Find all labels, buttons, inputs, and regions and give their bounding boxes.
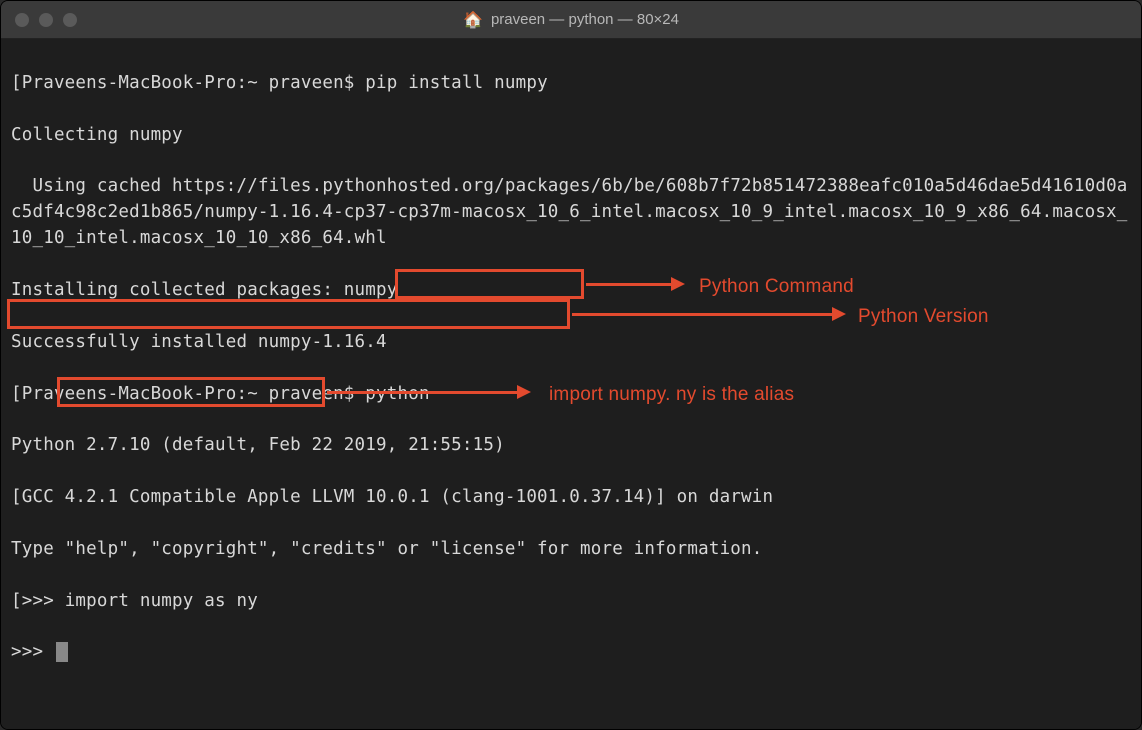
output-text: Installing collected packages: numpy [11,280,398,300]
output-text: Collecting numpy [11,125,183,145]
terminal-line: Successfully installed numpy-1.16.4 [11,330,1131,356]
traffic-lights [15,13,77,27]
home-icon: 🏠 [463,10,483,30]
window-title-text: praveen — python — 80×24 [491,11,679,28]
annotation-label: Python Command [699,273,854,301]
annotation-arrow [572,313,832,316]
output-text: Python 2.7.10 (default, Feb 22 2019, 21:… [11,435,505,455]
terminal-line: [>>> import numpy as ny [11,589,1131,615]
annotation-label: Python Version [858,303,989,331]
prompt: [>>> [11,591,65,611]
prompt: [Praveens-MacBook-Pro:~ praveen$ [11,384,365,404]
maximize-button[interactable] [63,13,77,27]
annotation-arrow [586,283,671,286]
output-text: [GCC 4.2.1 Compatible Apple LLVM 10.0.1 … [11,487,773,507]
output-text: Type "help", "copyright", "credits" or "… [11,539,763,559]
arrow-head-icon [832,307,846,321]
terminal-line: Using cached https://files.pythonhosted.… [11,174,1131,252]
terminal-line: Collecting numpy [11,123,1131,149]
terminal-line: [GCC 4.2.1 Compatible Apple LLVM 10.0.1 … [11,485,1131,511]
command-text: pip install numpy [365,73,548,93]
close-button[interactable] [15,13,29,27]
command-text: import numpy as ny [65,591,258,611]
terminal-line: Python 2.7.10 (default, Feb 22 2019, 21:… [11,433,1131,459]
cursor [56,642,68,662]
terminal-line: >>> [11,640,1131,666]
terminal-content[interactable]: [Praveens-MacBook-Pro:~ praveen$ pip ins… [1,39,1141,729]
minimize-button[interactable] [39,13,53,27]
window-title: 🏠 praveen — python — 80×24 [463,10,679,30]
prompt: >>> [11,642,54,662]
output-text: Successfully installed numpy-1.16.4 [11,332,387,352]
terminal-line: Type "help", "copyright", "credits" or "… [11,537,1131,563]
titlebar[interactable]: 🏠 praveen — python — 80×24 [1,1,1141,39]
arrow-head-icon [517,385,531,399]
terminal-window: 🏠 praveen — python — 80×24 [Praveens-Mac… [0,0,1142,730]
terminal-line: [Praveens-MacBook-Pro:~ praveen$ pip ins… [11,71,1131,97]
annotation-arrow [327,391,517,394]
output-text: Using cached https://files.pythonhosted.… [11,176,1128,248]
prompt: [Praveens-MacBook-Pro:~ praveen$ [11,73,365,93]
annotation-label: import numpy. ny is the alias [549,381,794,409]
terminal-line: Installing collected packages: numpy [11,278,1131,304]
arrow-head-icon [671,277,685,291]
